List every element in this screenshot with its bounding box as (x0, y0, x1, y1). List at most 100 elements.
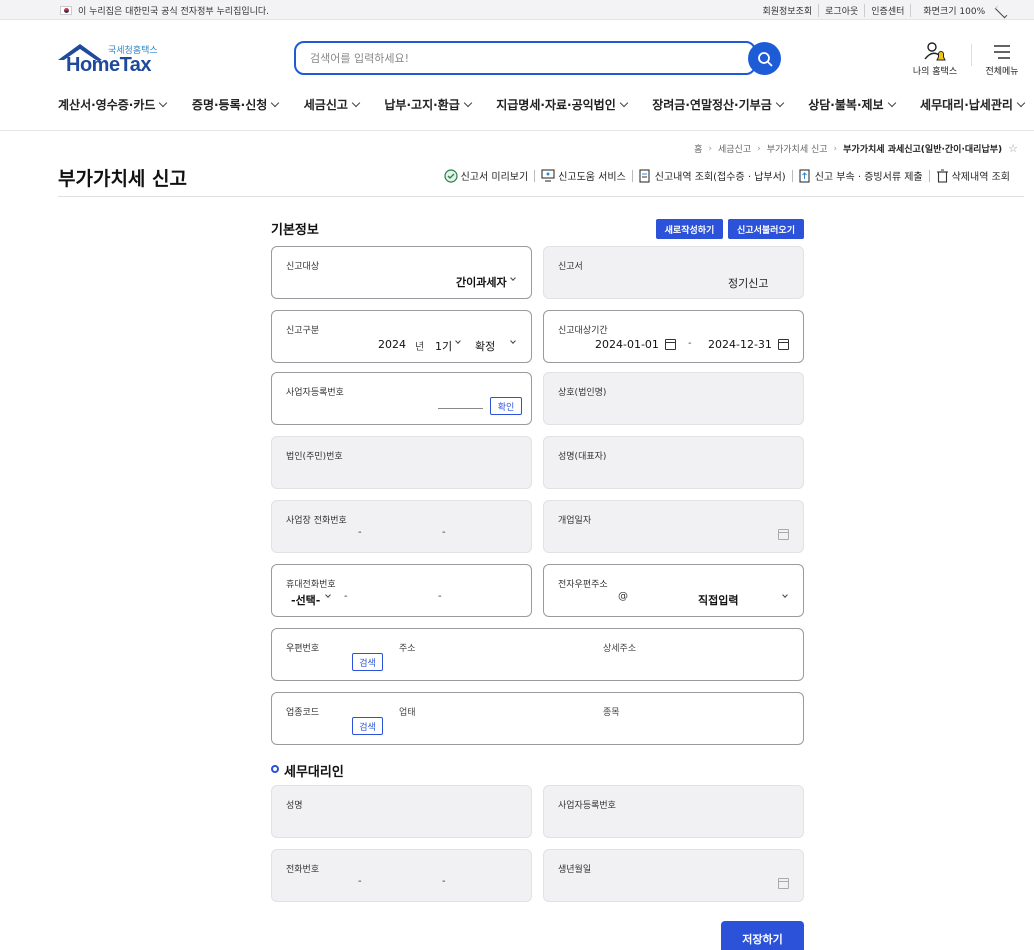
agent-phone-field: 전화번호 - - (271, 849, 532, 902)
address-label: 주소 (399, 644, 416, 654)
breadcrumb-vat[interactable]: 부가가치세 신고 (767, 142, 828, 155)
magnifier-check-icon (443, 168, 458, 183)
business-item-label: 종목 (603, 708, 620, 718)
nav-label: 납부·고지·환급 (384, 98, 460, 112)
star-icon[interactable]: ☆ (1008, 142, 1018, 155)
field-label: 우편번호 (286, 644, 320, 654)
industry-search-button[interactable]: 검색 (352, 717, 383, 735)
monitor-icon (541, 169, 555, 182)
zoom-dropdown[interactable]: 화면크기 100% (910, 4, 1014, 19)
breadcrumb-home[interactable]: 홈 (694, 142, 702, 155)
attachment-button[interactable]: 신고 부속 · 증빙서류 제출 (793, 168, 929, 183)
page-title: 부가가치세 신고 (58, 168, 187, 190)
email-domain-select[interactable]: 직접입력 (698, 592, 738, 608)
breadcrumb-sep-icon: › (833, 143, 838, 154)
korea-flag-icon (60, 6, 72, 15)
breadcrumb-sep-icon: › (757, 143, 761, 154)
breadcrumb-tax-return[interactable]: 세금신고 (718, 142, 751, 155)
breadcrumb-sep-icon: › (708, 143, 712, 154)
new-return-button[interactable]: 새로작성하기 (656, 219, 723, 239)
period-from-input[interactable]: 2024-01-01 (595, 338, 659, 351)
nav-item-payment[interactable]: 납부·고지·환급 (384, 96, 472, 113)
business-type-label: 업태 (399, 708, 416, 718)
logo-brand: HomeTax (66, 54, 152, 76)
address-detail-label: 상세주소 (603, 644, 637, 654)
phone-dash: - (442, 527, 446, 538)
status-select[interactable]: 확정 (475, 338, 495, 354)
chevron-down-icon (994, 5, 1008, 19)
field-label: 법인(주민)번호 (286, 452, 343, 462)
search-placeholder: 검색어를 입력하세요! (310, 52, 409, 65)
document-upload-icon (799, 168, 810, 183)
confirm-button[interactable]: 확인 (490, 397, 522, 415)
search-input[interactable]: 검색어를 입력하세요! (294, 41, 756, 75)
tax-agent-title: 세무대리인 (284, 765, 344, 780)
main-nav: 계산서·영수증·카드 증명·등록·신청 세금신고 납부·고지·환급 지급명세·자… (58, 96, 1026, 113)
filing-target-select[interactable]: 간이과세자 (456, 274, 507, 290)
nav-item-agent[interactable]: 세무대리·납세관리 (920, 96, 1026, 113)
filing-type-field[interactable]: 신고구분 2024 년 1기 확정 (271, 310, 532, 363)
chevron-down-icon (887, 98, 896, 108)
chevron-down-icon (271, 98, 280, 108)
period-separator: - (688, 338, 692, 349)
zip-search-button[interactable]: 검색 (352, 653, 383, 671)
calendar-icon[interactable] (665, 339, 676, 350)
business-phone-field: 사업장 전화번호 - - (271, 500, 532, 553)
all-menu-button[interactable]: 전체메뉴 (982, 40, 1022, 77)
mobile-phone-field[interactable]: 휴대전화번호 -선택- - - (271, 564, 532, 617)
address-field[interactable]: 우편번호 검색 주소 상세주소 (271, 628, 804, 681)
filing-target-field[interactable]: 신고대상 간이과세자 (271, 246, 532, 299)
save-button[interactable]: 저장하기 (721, 921, 804, 950)
industry-field[interactable]: 업종코드 검색 업태 종목 (271, 692, 804, 745)
year-unit: 년 (415, 342, 425, 353)
my-hometax-label: 나의 홈택스 (912, 67, 958, 77)
business-number-field[interactable]: 사업자등록번호 확인 (271, 372, 532, 425)
nav-item-consult[interactable]: 상담·불복·제보 (808, 96, 896, 113)
calendar-icon[interactable] (778, 339, 789, 350)
member-info-link[interactable]: 회원정보조회 (756, 4, 818, 17)
calendar-icon (778, 529, 789, 540)
logout-link[interactable]: 로그아웃 (818, 4, 864, 17)
mobile-dash: - (344, 591, 348, 602)
nav-item-statement[interactable]: 지급명세·자료·공익법인 (496, 96, 628, 113)
filing-period-field[interactable]: 신고대상기간 2024-01-01 - 2024-12-31 (543, 310, 804, 363)
chevron-down-icon (351, 98, 361, 108)
util-links: 회원정보조회 로그아웃 인증센터 화면크기 100% (756, 4, 1014, 19)
open-date-field: 개업일자 (543, 500, 804, 553)
preview-button[interactable]: 신고서 미리보기 (438, 168, 535, 183)
history-button[interactable]: 신고내역 조회(접수증 · 납부서) (633, 168, 792, 183)
field-label: 신고대상 (286, 262, 320, 272)
deleted-history-button[interactable]: 삭제내역 조회 (930, 168, 1016, 183)
return-form-value: 정기신고 (728, 277, 769, 290)
phone-dash: - (358, 527, 362, 538)
nav-item-incentive[interactable]: 장려금·연말정산·기부금 (652, 96, 784, 113)
field-label: 휴대전화번호 (286, 580, 336, 590)
nav-item-invoice[interactable]: 계산서·영수증·카드 (58, 96, 168, 113)
search-button[interactable] (748, 42, 781, 75)
trash-icon (936, 169, 948, 183)
email-field[interactable]: 전자우편주소 @ 직접입력 (543, 564, 804, 617)
my-hometax-button[interactable]: 나의 홈택스 (910, 40, 960, 77)
all-menu-label: 전체메뉴 (985, 67, 1019, 77)
nav-label: 계산서·영수증·카드 (58, 98, 156, 112)
field-label: 업종코드 (286, 708, 320, 718)
hamburger-icon (994, 45, 1010, 59)
nav-item-tax-return[interactable]: 세금신고 (304, 96, 361, 113)
help-service-button[interactable]: 신고도움 서비스 (535, 168, 632, 183)
nav-label: 증명·등록·신청 (191, 98, 268, 112)
year-input[interactable]: 2024 (378, 338, 406, 351)
basic-info-title: 기본정보 (271, 223, 319, 238)
load-return-button[interactable]: 신고서불러오기 (728, 219, 804, 239)
history-label: 신고내역 조회(접수증 · 납부서) (654, 172, 786, 183)
hometax-logo[interactable]: 국세청홈택스 HomeTax (58, 42, 168, 78)
term-select[interactable]: 1기 (435, 338, 452, 354)
period-to-input[interactable]: 2024-12-31 (708, 338, 772, 351)
zoom-label: 화면크기 100% (923, 7, 986, 17)
cert-center-link[interactable]: 인증센터 (864, 4, 910, 17)
field-label: 사업장 전화번호 (286, 516, 347, 526)
nav-item-certificate[interactable]: 증명·등록·신청 (191, 96, 280, 113)
mobile-prefix-select[interactable]: -선택- (291, 592, 320, 608)
title-divider (58, 196, 1024, 197)
chevron-down-icon (775, 98, 784, 108)
business-number-input[interactable] (438, 408, 483, 409)
